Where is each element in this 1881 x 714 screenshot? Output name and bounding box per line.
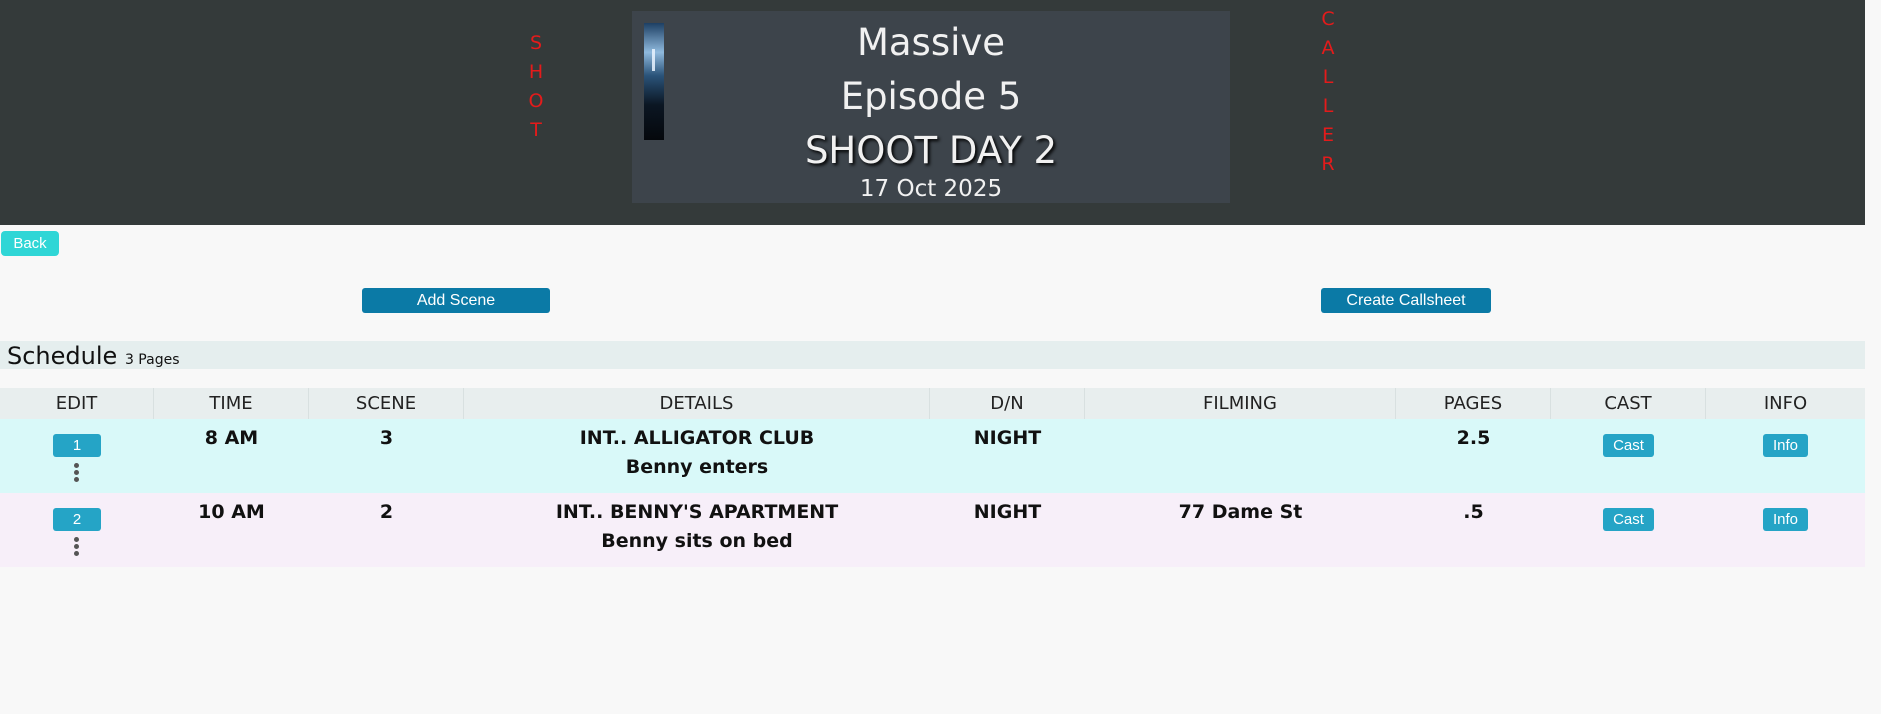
logo-letter: R — [1321, 153, 1335, 175]
time-cell: 8 AM — [204, 427, 259, 449]
cast-button[interactable]: Cast — [1603, 434, 1654, 457]
details-cell: INT.. BENNY'S APARTMENT Benny sits on be… — [464, 493, 930, 567]
day-night-cell: NIGHT — [973, 501, 1042, 523]
schedule-table: EDIT TIME SCENE DETAILS D/N FILMING PAGE… — [0, 388, 1865, 567]
time-cell: 10 AM — [198, 501, 265, 523]
scene-cell: 3 — [379, 427, 394, 449]
logo-letter: C — [1321, 8, 1335, 30]
create-callsheet-button[interactable]: Create Callsheet — [1321, 288, 1491, 313]
logo-letter: L — [1322, 66, 1334, 88]
column-header-filming: FILMING — [1085, 388, 1396, 419]
shoot-day-title: SHOOT DAY 2 — [804, 129, 1058, 172]
production-title-card: Massive Episode 5 SHOOT DAY 2 17 Oct 202… — [632, 11, 1230, 203]
logo-left-shot: S H O T — [521, 29, 551, 145]
logo-right-caller: C A L L E R — [1313, 5, 1343, 179]
filming-cell: 77 Dame St — [1178, 501, 1303, 523]
logo-letter: T — [530, 119, 542, 141]
filming-cell — [1085, 419, 1396, 493]
pages-cell: 2.5 — [1456, 427, 1491, 449]
details-heading: INT.. ALLIGATOR CLUB — [579, 427, 815, 449]
details-description: Benny sits on bed — [601, 530, 793, 552]
logo-letter: S — [529, 32, 543, 54]
table-header: EDIT TIME SCENE DETAILS D/N FILMING PAGE… — [0, 388, 1865, 419]
schedule-page-count: 3 Pages — [124, 352, 180, 368]
column-header-scene: SCENE — [309, 388, 464, 419]
logo-letter: H — [528, 61, 544, 83]
add-scene-button[interactable]: Add Scene — [362, 288, 550, 313]
details-description: Benny enters — [625, 456, 769, 478]
header-bar: S H O T Massive Episode 5 SHOOT DAY 2 17… — [0, 0, 1865, 225]
column-header-time: TIME — [154, 388, 309, 419]
edit-scene-button[interactable]: 1 — [53, 434, 101, 457]
shoot-date: 17 Oct 2025 — [859, 176, 1003, 202]
cast-button[interactable]: Cast — [1603, 508, 1654, 531]
column-header-edit: EDIT — [0, 388, 154, 419]
details-cell: INT.. ALLIGATOR CLUB Benny enters — [464, 419, 930, 493]
pages-cell: .5 — [1463, 501, 1484, 523]
table-row: 2 10 AM 2 INT.. BENNY'S APARTMENT Benny … — [0, 493, 1865, 567]
production-title: Massive — [856, 21, 1006, 64]
details-heading: INT.. BENNY'S APARTMENT — [555, 501, 839, 523]
more-options-icon[interactable] — [74, 463, 80, 485]
logo-letter: O — [528, 90, 544, 112]
day-night-cell: NIGHT — [973, 427, 1042, 449]
column-header-pages: PAGES — [1396, 388, 1551, 419]
column-header-cast: CAST — [1551, 388, 1706, 419]
logo-letter: L — [1322, 95, 1334, 117]
edit-scene-button[interactable]: 2 — [53, 508, 101, 531]
column-header-day-night: D/N — [930, 388, 1085, 419]
table-row: 1 8 AM 3 INT.. ALLIGATOR CLUB Benny ente… — [0, 419, 1865, 493]
schedule-section-header: Schedule 3 Pages — [0, 341, 1865, 370]
episode-title: Episode 5 — [840, 75, 1022, 118]
info-button[interactable]: Info — [1762, 434, 1809, 457]
scene-cell: 2 — [379, 501, 394, 523]
logo-letter: E — [1321, 124, 1334, 146]
column-header-details: DETAILS — [464, 388, 930, 419]
schedule-title: Schedule — [7, 342, 118, 370]
logo-letter: A — [1321, 37, 1335, 59]
back-button[interactable]: Back — [1, 231, 59, 256]
column-header-info: INFO — [1763, 393, 1808, 414]
info-button[interactable]: Info — [1762, 508, 1809, 531]
more-options-icon[interactable] — [74, 537, 80, 559]
